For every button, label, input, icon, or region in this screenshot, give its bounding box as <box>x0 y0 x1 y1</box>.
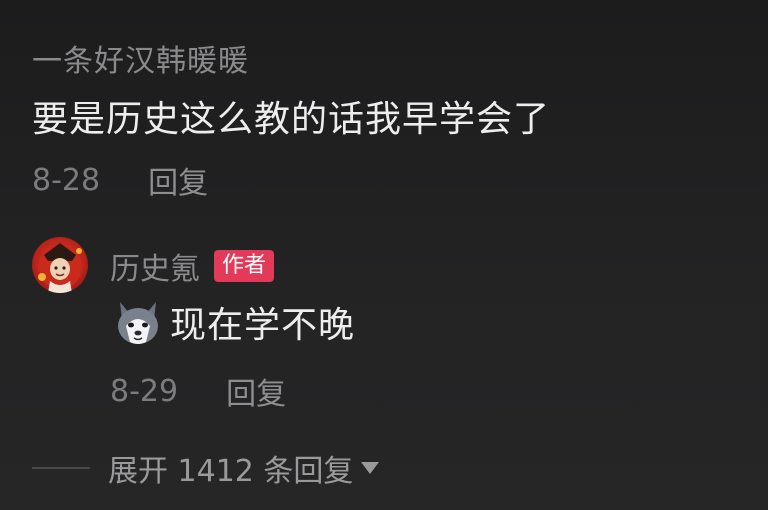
author-badge: 作者 <box>214 250 275 282</box>
reply-text: 现在学不晚 <box>170 305 356 346</box>
avatar[interactable] <box>32 237 88 293</box>
comment-text: 要是历史这么教的话我早学会了 <box>32 99 551 140</box>
husky-emoji-icon <box>118 302 158 344</box>
chevron-down-icon <box>361 462 380 474</box>
reply-content: 现在学不晚 <box>112 296 355 348</box>
comment-reply-button[interactable]: 回复 <box>148 158 208 202</box>
reply-username[interactable]: 历史氪 <box>110 244 200 288</box>
reply-header: 历史氪 作者 <box>110 244 275 288</box>
comment-date: 8-28 <box>32 162 101 198</box>
reply-meta: 8-29 回复 <box>110 369 286 413</box>
comment-thread: 一条好汉韩暖暖 要是历史这么教的话我早学会了 8-28 回复 历史氪 作者 现在… <box>0 0 768 510</box>
reply-date: 8-29 <box>110 373 179 409</box>
comment-meta: 8-28 回复 <box>32 158 208 202</box>
expand-replies-label: 展开 1412 条回复 <box>108 454 354 489</box>
divider-line <box>32 467 90 469</box>
expand-replies-button[interactable]: 展开 1412 条回复 <box>32 446 380 490</box>
comment-username[interactable]: 一条好汉韩暖暖 <box>32 36 249 80</box>
avatar-illustration <box>38 243 82 293</box>
reply-reply-button[interactable]: 回复 <box>226 369 286 413</box>
